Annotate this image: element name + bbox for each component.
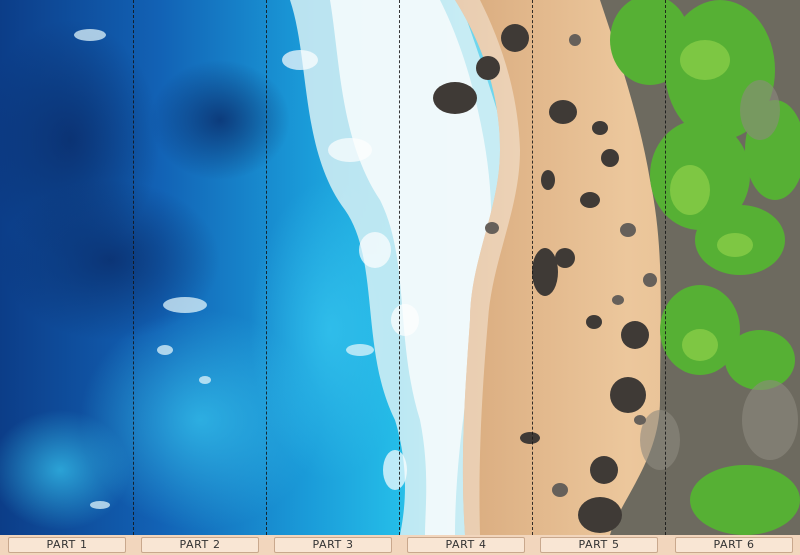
- panel-label-4: PART 4: [407, 537, 525, 553]
- wallpaper-preview: PART 1 PART 2 PART 3 PART 4 PART 5 PART …: [0, 0, 800, 555]
- panel-seam-1: [133, 0, 134, 535]
- panel-seam-3: [399, 0, 400, 535]
- beach-photo: [0, 0, 800, 535]
- panel-seam-5: [665, 0, 666, 535]
- panel-label-5: PART 5: [540, 537, 658, 553]
- panel-label-1: PART 1: [8, 537, 126, 553]
- panel-seam-2: [266, 0, 267, 535]
- panel-label-bar: PART 1 PART 2 PART 3 PART 4 PART 5 PART …: [0, 535, 800, 555]
- panel-label-6: PART 6: [675, 537, 793, 553]
- panel-label-3: PART 3: [274, 537, 392, 553]
- panel-seam-4: [532, 0, 533, 535]
- panel-label-2: PART 2: [141, 537, 259, 553]
- beach-aerial-image: [0, 0, 800, 535]
